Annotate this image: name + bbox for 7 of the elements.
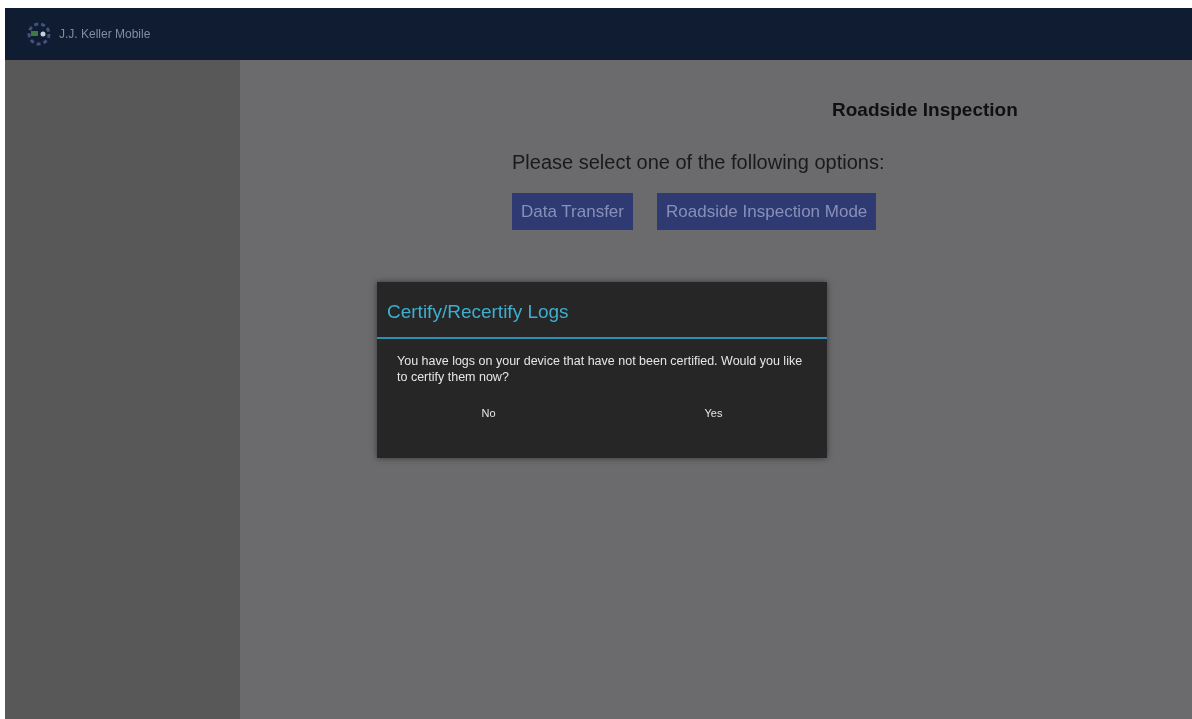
dialog-button[interactable]: Yes [694, 401, 733, 426]
prompt-text: Please select one of the following options: [512, 149, 886, 175]
app-title: J.J. Keller Mobile [59, 26, 151, 43]
dialog-message: You have logs on your device that have not been certified. Would you like to certify them now? [396, 352, 804, 385]
dialog-title: Certify/Recertify Logs [377, 282, 827, 339]
page-title: Roadside Inspection [832, 98, 1019, 122]
dialog-button[interactable]: No [471, 401, 506, 426]
